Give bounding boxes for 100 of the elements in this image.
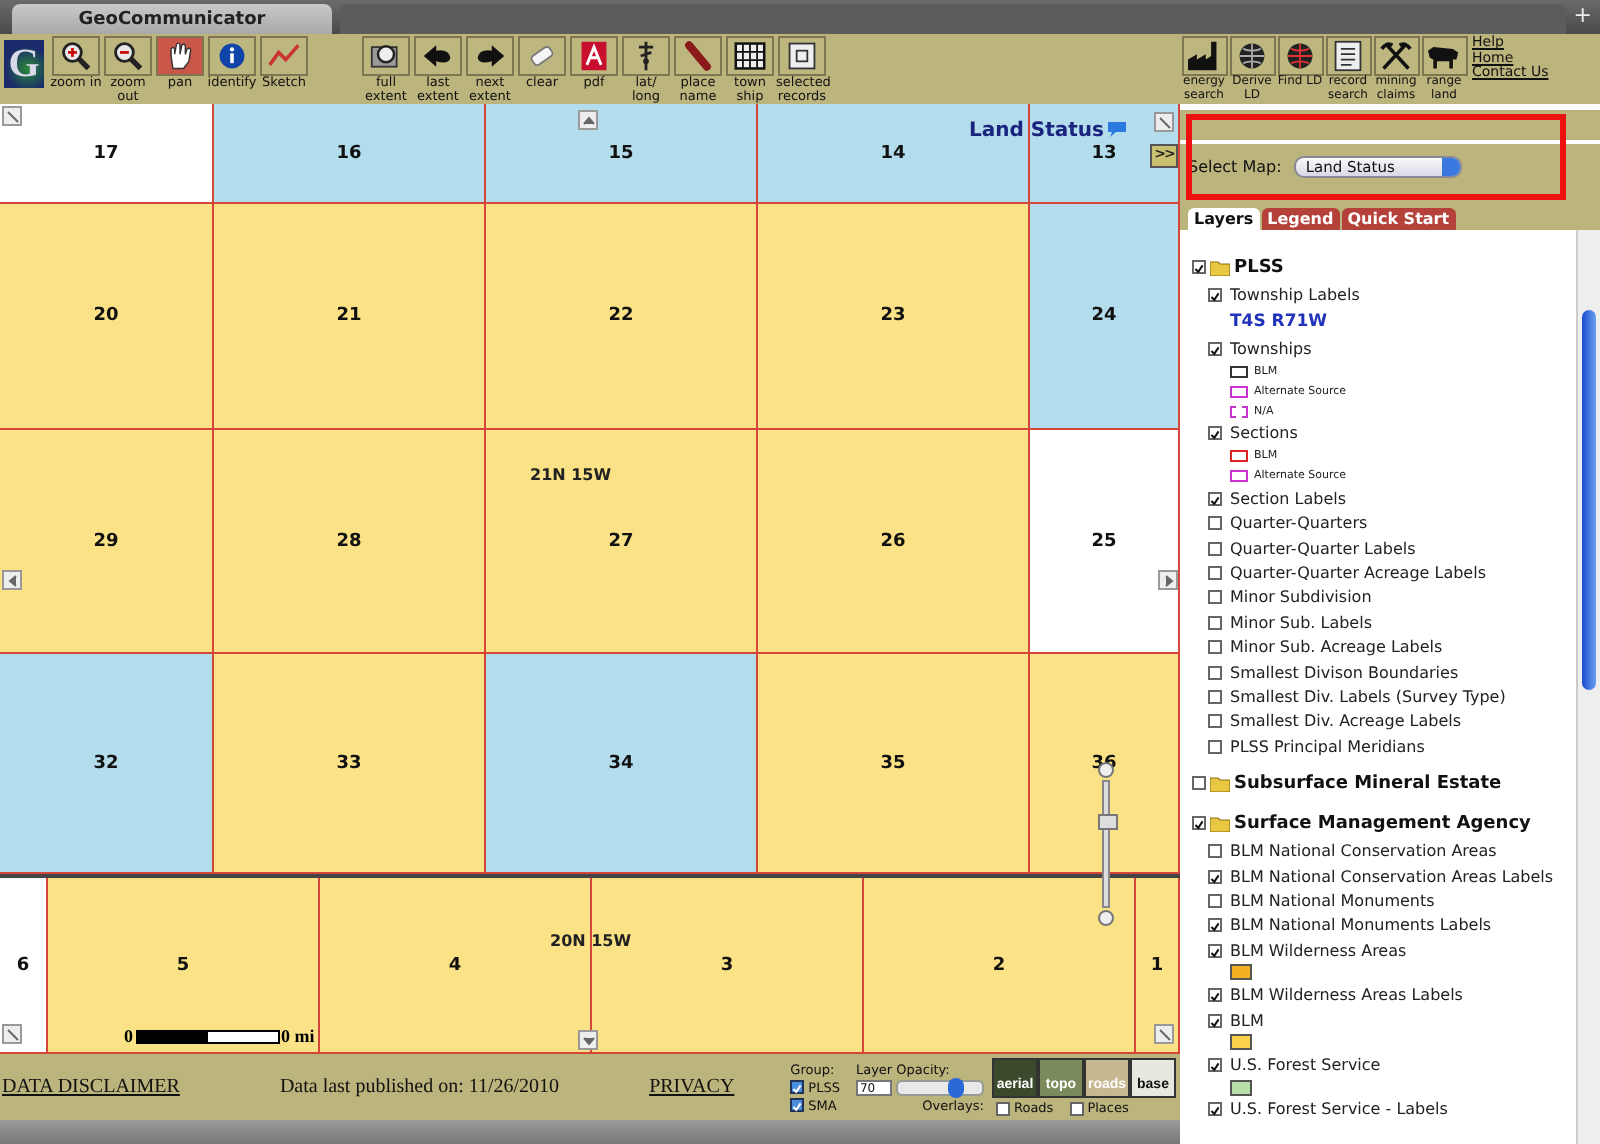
arrow-left-icon xyxy=(420,40,456,72)
checkbox[interactable] xyxy=(1208,566,1222,581)
app-logo: G xyxy=(4,40,44,88)
corner-button[interactable] xyxy=(2,106,22,126)
map-section: 17 xyxy=(0,104,214,204)
layer-label: BLM xyxy=(1230,1011,1264,1029)
layer-label: BLM National Conservation Areas Labels xyxy=(1230,867,1554,886)
map-section: 28 xyxy=(214,430,486,654)
checkbox[interactable] xyxy=(1208,342,1222,357)
checkbox[interactable] xyxy=(1208,615,1222,630)
map-section: 26 xyxy=(758,430,1030,654)
checkbox[interactable] xyxy=(1208,541,1222,556)
triangle-icon xyxy=(1161,573,1175,587)
scale-end: 0 mi xyxy=(281,1026,315,1046)
opacity-slider-thumb[interactable] xyxy=(948,1077,965,1097)
pdf-icon xyxy=(576,40,612,72)
checkbox[interactable] xyxy=(1069,1101,1084,1115)
checkbox[interactable] xyxy=(1208,988,1222,1003)
map-section: 1 xyxy=(1136,878,1180,1054)
checkbox[interactable] xyxy=(1208,426,1222,441)
checkbox[interactable] xyxy=(1208,665,1222,680)
label-sample: T4S R71W xyxy=(1230,311,1328,332)
pan-up-button[interactable] xyxy=(578,110,598,130)
map-section: 25 xyxy=(1030,430,1180,654)
checkbox[interactable] xyxy=(1208,869,1222,884)
diagonal-icon xyxy=(1157,115,1171,129)
browser-tab[interactable]: GeoCommunicator xyxy=(12,4,332,34)
diagonal-icon xyxy=(5,1027,19,1041)
checkbox[interactable] xyxy=(790,1080,805,1094)
checkbox[interactable] xyxy=(1208,714,1222,729)
map-section: 15 xyxy=(486,104,758,204)
layer-label: Smallest Div. Acreage Labels xyxy=(1230,712,1462,731)
map-section: 20 xyxy=(0,204,214,430)
checkbox[interactable] xyxy=(1208,918,1222,933)
checkbox[interactable] xyxy=(1192,816,1206,831)
map-section: 24 xyxy=(1030,204,1180,430)
corner-button[interactable] xyxy=(1154,112,1174,132)
checkbox[interactable] xyxy=(1208,640,1222,655)
map-section: 32 xyxy=(0,654,214,874)
checkbox[interactable] xyxy=(1208,287,1222,302)
checkbox[interactable] xyxy=(1208,943,1222,958)
checkbox[interactable] xyxy=(1208,1057,1222,1072)
speech-bubble-icon xyxy=(1106,120,1128,138)
disclaimer-link[interactable]: DATA DISCLAIMER xyxy=(2,1076,180,1098)
marker-icon xyxy=(680,40,716,72)
corner-button[interactable] xyxy=(2,1024,22,1044)
checkbox[interactable] xyxy=(1208,844,1222,859)
checkbox[interactable] xyxy=(1208,893,1222,908)
info-icon xyxy=(214,40,250,72)
checkbox[interactable] xyxy=(1208,590,1222,605)
arrow-right-icon xyxy=(472,40,508,72)
panel-tab[interactable]: Layers xyxy=(1188,208,1260,230)
panel-tab[interactable]: Quick Start xyxy=(1341,208,1456,230)
map-section: 23 xyxy=(758,204,1030,430)
map-section: 35 xyxy=(758,654,1030,874)
triangle-icon xyxy=(5,573,19,587)
layer-label: Quarter-Quarter Labels xyxy=(1230,539,1416,558)
checkbox[interactable] xyxy=(1208,1102,1222,1117)
checkbox[interactable] xyxy=(1208,689,1222,704)
zoom-in-icon xyxy=(58,40,94,72)
pickaxe-icon xyxy=(1378,40,1414,72)
checkbox[interactable] xyxy=(1208,491,1222,506)
layer-group-label: PLSS xyxy=(1234,257,1284,277)
pan-left-button[interactable] xyxy=(2,570,22,590)
layer-label: PLSS Principal Meridians xyxy=(1230,737,1425,756)
map-magnifier-icon xyxy=(368,40,404,72)
checkbox[interactable] xyxy=(1192,776,1206,791)
layer-label: Minor Subdivision xyxy=(1230,588,1372,607)
checkbox[interactable] xyxy=(1208,1013,1222,1027)
panel-tab[interactable]: Legend xyxy=(1261,208,1340,230)
layer-label: U.S. Forest Service - Labels xyxy=(1230,1100,1448,1119)
township-label: 21N 15W xyxy=(530,466,612,484)
zoom-slider-thumb[interactable] xyxy=(1098,814,1118,831)
corner-button[interactable] xyxy=(1154,1024,1174,1044)
document-icon xyxy=(1330,40,1366,72)
layer-label: Smallest Divison Boundaries xyxy=(1230,663,1459,682)
new-tab-button[interactable]: + xyxy=(1565,2,1600,32)
layer-label: U.S. Forest Service xyxy=(1230,1055,1381,1074)
zoom-out-icon xyxy=(110,40,146,72)
checkbox[interactable] xyxy=(1208,516,1222,531)
layer-label: Smallest Div. Labels (Survey Type) xyxy=(1230,687,1506,706)
map-section: 33 xyxy=(214,654,486,874)
map-section: 29 xyxy=(0,430,214,654)
layer-group-label: Subsurface Mineral Estate xyxy=(1234,773,1502,794)
pan-right-button[interactable] xyxy=(1158,570,1178,590)
diagonal-icon xyxy=(5,109,19,123)
privacy-link[interactable]: PRIVACY xyxy=(649,1076,735,1098)
layer-label: BLM National Monuments xyxy=(1230,891,1435,910)
scrollbar[interactable] xyxy=(1576,230,1600,1144)
pan-down-button[interactable] xyxy=(578,1030,598,1050)
opacity-slider[interactable] xyxy=(895,1079,984,1095)
checkbox[interactable] xyxy=(996,1101,1010,1115)
layer-label: Minor Sub. Acreage Labels xyxy=(1230,638,1443,657)
triangle-icon xyxy=(581,113,595,127)
layer-label: Townships xyxy=(1230,340,1312,359)
layer-label: Minor Sub. Labels xyxy=(1230,613,1372,632)
checkbox[interactable] xyxy=(1208,739,1222,754)
layer-group-label: Surface Management Agency xyxy=(1234,813,1531,834)
checkbox[interactable] xyxy=(1192,260,1206,274)
checkbox[interactable] xyxy=(790,1098,805,1112)
